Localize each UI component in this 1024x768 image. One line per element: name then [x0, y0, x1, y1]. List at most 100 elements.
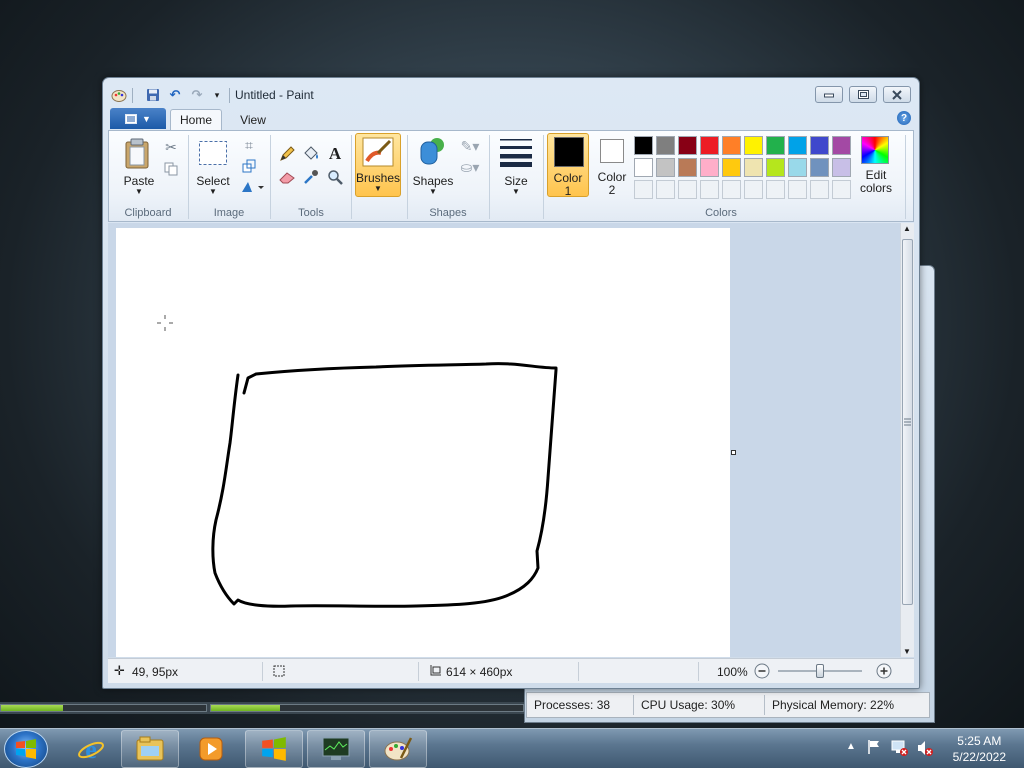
- palette-swatch[interactable]: [744, 158, 763, 177]
- scrollbar-thumb[interactable]: [902, 239, 913, 605]
- palette-swatch[interactable]: [700, 136, 719, 155]
- custom-color-slot[interactable]: [744, 180, 763, 199]
- canvas-resize-handle[interactable]: [731, 450, 736, 455]
- scroll-up-icon[interactable]: ▲: [903, 224, 911, 233]
- fill-with-color-icon[interactable]: [300, 143, 322, 165]
- outline-icon[interactable]: ✎▾: [457, 136, 483, 156]
- custom-color-slot[interactable]: [700, 180, 719, 199]
- rotate-icon[interactable]: [239, 177, 265, 197]
- palette-swatch[interactable]: [832, 158, 851, 177]
- zoom-slider-thumb[interactable]: [816, 664, 824, 678]
- palette-swatch[interactable]: [678, 136, 697, 155]
- pencil-icon[interactable]: [276, 143, 298, 165]
- custom-color-slot[interactable]: [810, 180, 829, 199]
- chevron-down-icon[interactable]: ▼: [411, 187, 455, 196]
- zoom-out-button[interactable]: [754, 663, 770, 682]
- text-icon[interactable]: A: [324, 143, 346, 165]
- palette-swatch[interactable]: [700, 158, 719, 177]
- eraser-icon[interactable]: [276, 166, 298, 188]
- zoom-slider[interactable]: [778, 664, 862, 678]
- vertical-scrollbar[interactable]: ▲ ▼: [900, 223, 914, 657]
- canvas-workspace[interactable]: [108, 223, 900, 657]
- paste-button[interactable]: [123, 137, 153, 171]
- resize-icon[interactable]: [239, 156, 259, 176]
- color-1-label: Color: [553, 171, 583, 185]
- volume-muted-icon[interactable]: [916, 739, 934, 760]
- magnifier-icon[interactable]: [324, 166, 346, 188]
- palette-swatch[interactable]: [766, 158, 785, 177]
- save-icon[interactable]: [145, 87, 161, 103]
- chevron-down-icon[interactable]: ▼: [117, 187, 161, 196]
- freehand-shape-drawing: [157, 315, 558, 608]
- palette-swatch[interactable]: [788, 158, 807, 177]
- divider: [418, 662, 419, 681]
- scroll-down-icon[interactable]: ▼: [903, 647, 911, 656]
- tab-view[interactable]: View: [233, 109, 273, 130]
- palette-swatch[interactable]: [722, 136, 741, 155]
- start-button[interactable]: [4, 730, 48, 768]
- zoom-in-button[interactable]: [876, 663, 892, 682]
- palette-swatch[interactable]: [634, 158, 653, 177]
- network-icon[interactable]: [891, 739, 909, 760]
- close-button[interactable]: [883, 86, 911, 103]
- palette-swatch[interactable]: [810, 136, 829, 155]
- custom-color-slot[interactable]: [766, 180, 785, 199]
- palette-swatch[interactable]: [788, 136, 807, 155]
- show-hidden-icons-button[interactable]: ▲: [846, 741, 856, 752]
- palette-swatch[interactable]: [744, 136, 763, 155]
- drawing-canvas[interactable]: [116, 228, 730, 657]
- paste-label: Paste: [123, 174, 155, 188]
- color-2-button[interactable]: Color 2: [591, 133, 631, 197]
- undo-icon[interactable]: ↶: [167, 87, 183, 103]
- palette-swatch[interactable]: [810, 158, 829, 177]
- custom-color-slot[interactable]: [788, 180, 807, 199]
- crop-icon[interactable]: ⌗: [239, 135, 259, 155]
- processes-count: Processes: 38: [534, 698, 611, 712]
- windows-media-player-taskbar-button[interactable]: [182, 730, 240, 768]
- shapes-button[interactable]: [415, 136, 449, 168]
- paint-menu-button[interactable]: ▼: [110, 108, 166, 129]
- media-player-icon: [199, 737, 223, 761]
- windows-explorer-taskbar-button[interactable]: [121, 730, 179, 768]
- help-icon[interactable]: ?: [897, 111, 911, 125]
- cut-icon[interactable]: ✂: [161, 137, 181, 157]
- custom-color-slot[interactable]: [722, 180, 741, 199]
- redo-icon[interactable]: ↷: [189, 87, 205, 103]
- paint-app-icon[interactable]: [111, 87, 127, 103]
- tab-home[interactable]: Home: [170, 109, 222, 130]
- custom-color-slot[interactable]: [678, 180, 697, 199]
- palette-swatch[interactable]: [678, 158, 697, 177]
- palette-swatch[interactable]: [656, 136, 675, 155]
- customize-quick-access-icon[interactable]: ▾: [209, 87, 225, 103]
- paint-taskbar-button[interactable]: [369, 730, 427, 768]
- chevron-down-icon[interactable]: ▼: [191, 187, 235, 196]
- custom-color-slot[interactable]: [832, 180, 851, 199]
- palette-swatch[interactable]: [656, 158, 675, 177]
- divider: [132, 88, 133, 103]
- action-center-flag-icon[interactable]: [866, 739, 882, 758]
- color-1-button[interactable]: Color 1: [547, 133, 589, 198]
- fill-icon[interactable]: ⛀▾: [457, 157, 483, 177]
- palette-swatch[interactable]: [634, 136, 653, 155]
- internet-explorer-taskbar-button[interactable]: e: [62, 730, 120, 768]
- minimize-button[interactable]: [815, 86, 843, 103]
- custom-color-slot[interactable]: [634, 180, 653, 199]
- palette-swatch[interactable]: [722, 158, 741, 177]
- color-picker-icon[interactable]: [300, 166, 322, 188]
- task-manager-taskbar-button[interactable]: [307, 730, 365, 768]
- palette-swatch[interactable]: [832, 136, 851, 155]
- copy-icon[interactable]: [161, 159, 181, 179]
- windows-update-taskbar-button[interactable]: [245, 730, 303, 768]
- brushes-button[interactable]: Brushes ▼: [355, 133, 401, 197]
- palette-swatch[interactable]: [766, 136, 785, 155]
- title-bar[interactable]: ↶ ↷ ▾ Untitled - Paint: [103, 78, 919, 108]
- size-button[interactable]: [499, 137, 533, 167]
- edit-colors-button[interactable]: Edit colors: [853, 133, 899, 197]
- internet-explorer-icon: e: [78, 735, 104, 764]
- maximize-button[interactable]: [849, 86, 877, 103]
- clock[interactable]: 5:25 AM 5/22/2022: [953, 733, 1006, 765]
- custom-color-slot[interactable]: [656, 180, 675, 199]
- chevron-down-icon[interactable]: ▼: [494, 187, 538, 196]
- color-2-swatch: [600, 139, 624, 163]
- select-button[interactable]: [197, 139, 229, 167]
